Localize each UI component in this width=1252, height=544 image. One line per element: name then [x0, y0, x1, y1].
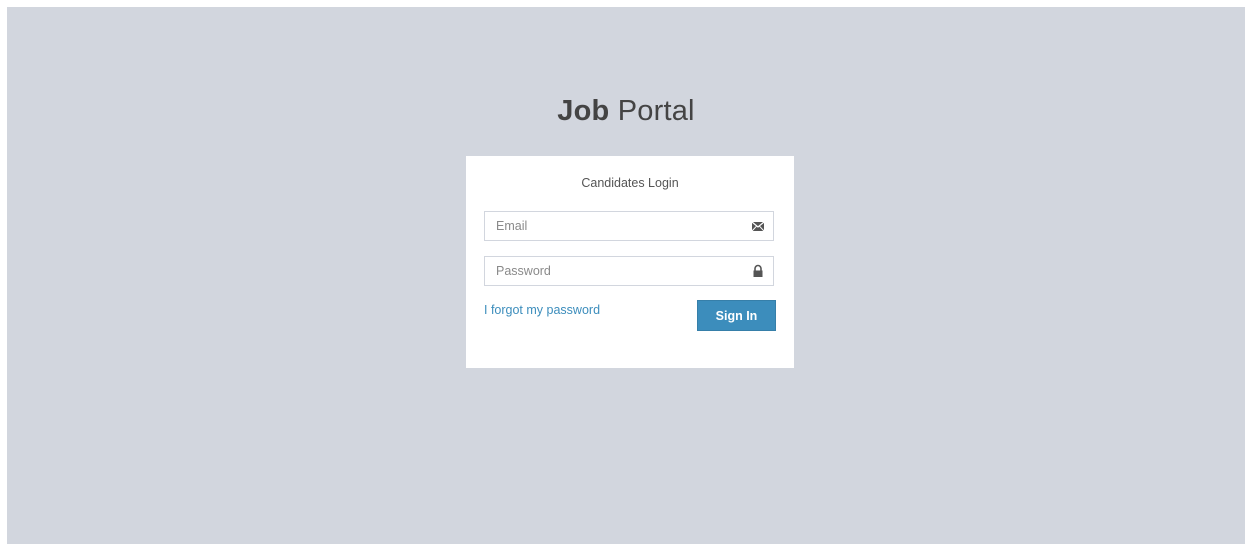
email-field: [484, 211, 774, 241]
password-input[interactable]: [485, 257, 746, 285]
login-box-title: Candidates Login: [581, 176, 679, 190]
login-box: Candidates Login I forgot my: [466, 156, 794, 368]
app-logo: Job Portal: [7, 95, 1245, 128]
lock-icon: [751, 264, 765, 278]
email-input[interactable]: [485, 212, 746, 240]
password-field: [484, 256, 774, 286]
envelope-icon: [751, 219, 765, 233]
logo-strong: Job: [557, 95, 610, 127]
sign-in-button[interactable]: Sign In: [697, 300, 776, 331]
logo-light: Portal: [617, 95, 695, 127]
login-page: Job Portal Candidates Login Email I forg…: [7, 7, 1245, 544]
forgot-password-link[interactable]: I forgot my password: [484, 303, 600, 317]
